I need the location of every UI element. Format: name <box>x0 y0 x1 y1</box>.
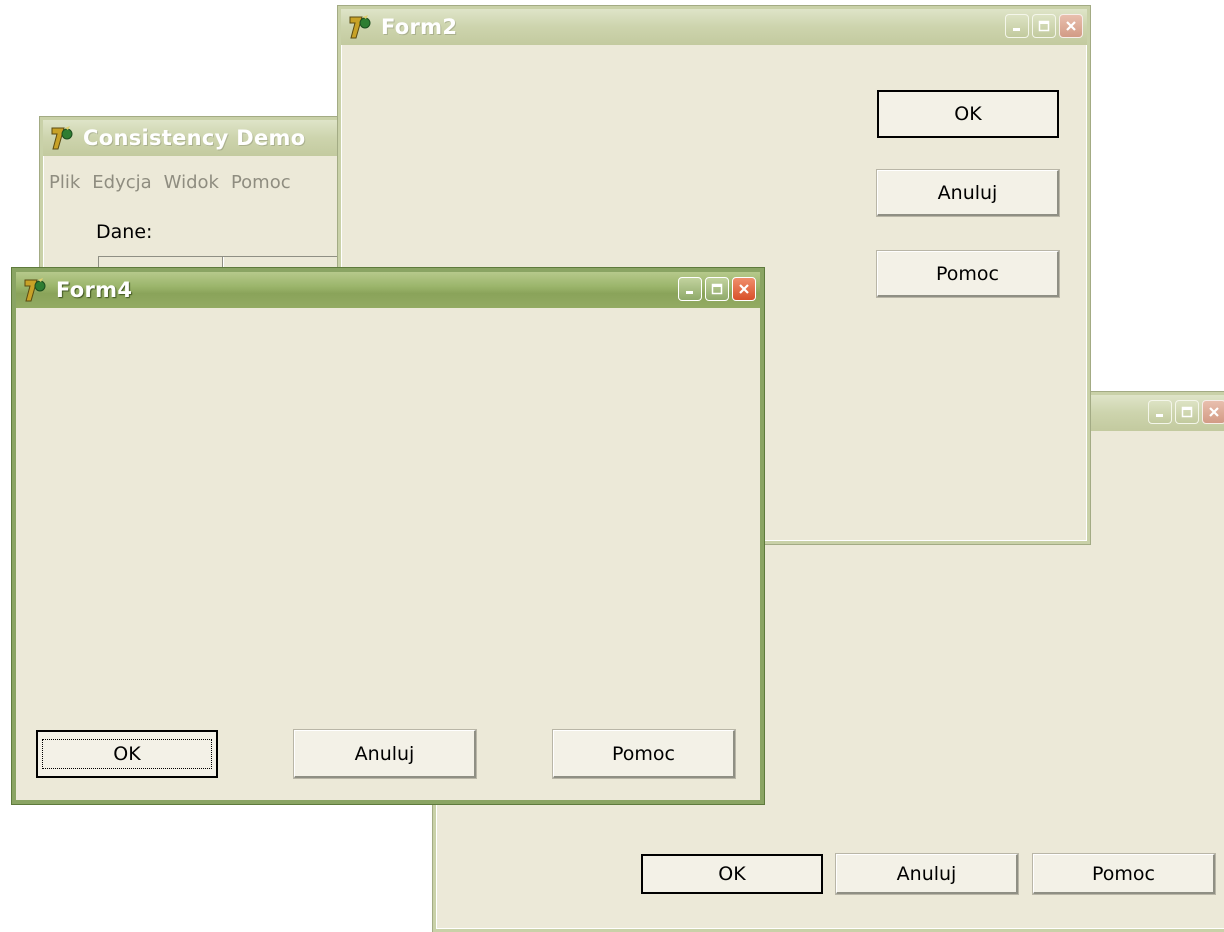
form4-title: Form4 <box>56 278 133 302</box>
form2-cancel-button[interactable]: Anuluj <box>876 169 1060 217</box>
delphi-app-icon <box>349 15 371 39</box>
delphi-app-icon <box>51 126 73 150</box>
form2-title: Form2 <box>381 15 458 39</box>
focus-indicator: OK <box>42 739 212 769</box>
form2-help-button[interactable]: Pomoc <box>876 250 1060 298</box>
data-label: Dane: <box>96 221 153 243</box>
close-icon[interactable] <box>732 277 756 301</box>
form4-cancel-button[interactable]: Anuluj <box>293 729 477 779</box>
form4-help-button[interactable]: Pomoc <box>552 729 736 779</box>
maximize-icon[interactable] <box>705 277 729 301</box>
consistency-demo-window: Consistency Demo Plik Edycja Widok Pomoc… <box>40 117 360 297</box>
form2-ok-button[interactable]: OK <box>877 90 1059 138</box>
menu-item-pomoc[interactable]: Pomoc <box>231 172 291 193</box>
form4-window: Form4 OK Anuluj Pomoc <box>12 268 764 804</box>
minimize-icon[interactable] <box>1005 14 1029 38</box>
consistency-titlebar[interactable]: Consistency Demo <box>43 120 357 156</box>
close-icon[interactable] <box>1059 14 1083 38</box>
close-icon[interactable] <box>1202 400 1224 424</box>
maximize-icon[interactable] <box>1032 14 1056 38</box>
minimize-icon[interactable] <box>678 277 702 301</box>
delphi-app-icon <box>24 278 46 302</box>
consistency-title: Consistency Demo <box>83 126 306 150</box>
menu-item-plik[interactable]: Plik <box>49 172 80 193</box>
back-ok-button[interactable]: OK <box>641 854 823 894</box>
back-cancel-button[interactable]: Anuluj <box>835 853 1019 895</box>
menu-item-edycja[interactable]: Edycja <box>92 172 151 193</box>
minimize-icon[interactable] <box>1148 400 1172 424</box>
form4-ok-button[interactable]: OK <box>36 730 218 778</box>
back-help-button[interactable]: Pomoc <box>1032 853 1216 895</box>
form2-titlebar[interactable]: Form2 <box>341 9 1087 45</box>
maximize-icon[interactable] <box>1175 400 1199 424</box>
form4-titlebar[interactable]: Form4 <box>16 272 760 308</box>
menu-bar: Plik Edycja Widok Pomoc <box>49 172 291 193</box>
menu-item-widok[interactable]: Widok <box>164 172 219 193</box>
